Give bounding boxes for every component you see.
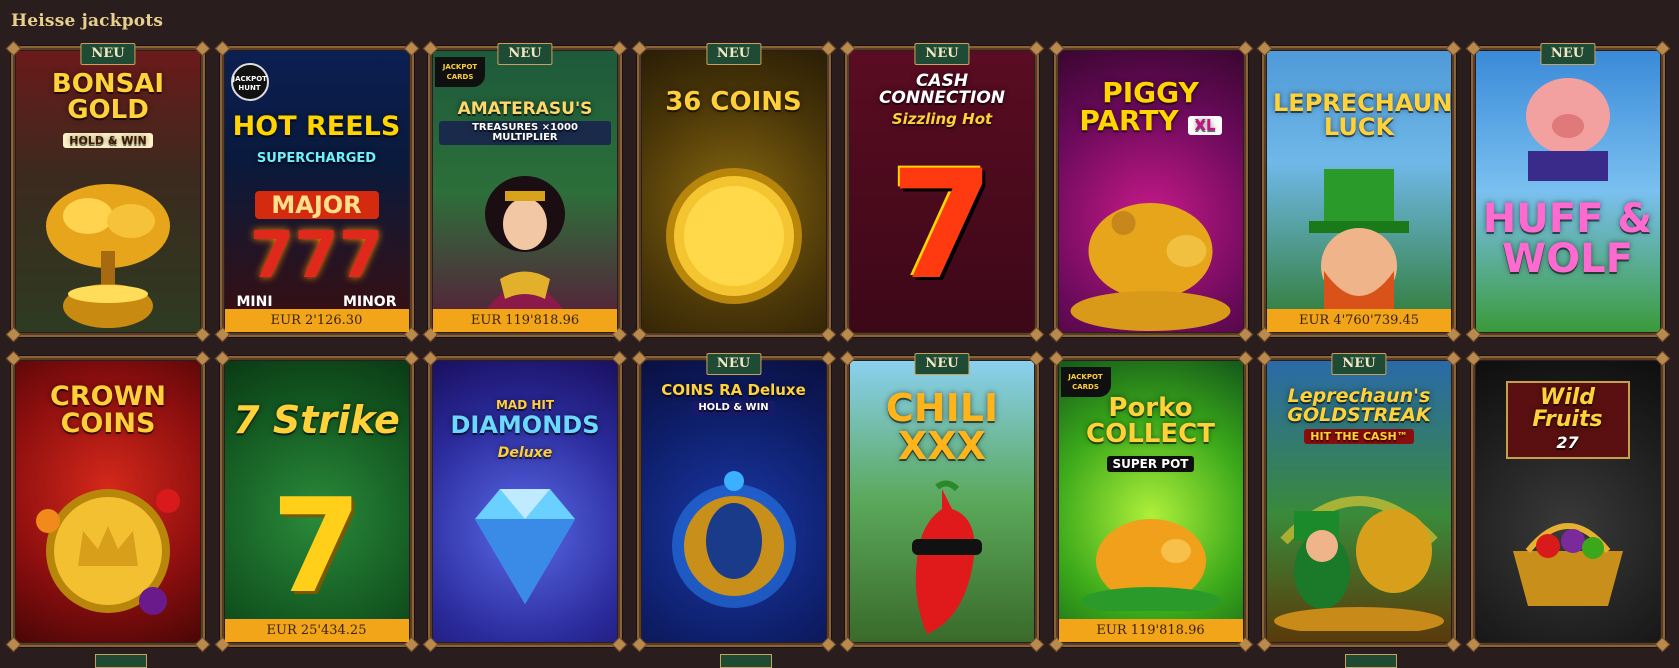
game-thumbnail: MAD HIT DIAMONDS Deluxe <box>433 361 617 642</box>
game-card-bonsai-gold[interactable]: BONSAI GOLD HOLD & WIN NEU <box>5 40 211 343</box>
leprechaun-icon <box>1309 169 1409 311</box>
jackpot-amount: EUR 119'818.96 <box>433 309 617 332</box>
gold-seven-symbol: 7 <box>271 470 362 622</box>
game-title: COINS RA Deluxe HOLD & WIN <box>661 381 806 415</box>
chili-pepper-icon <box>912 480 982 634</box>
minor-label: MINOR <box>342 294 397 310</box>
goddess-icon <box>480 176 570 319</box>
new-badge: NEU <box>80 43 136 65</box>
game-thumbnail: JACKPOT HUNT HOT REELS SUPERCHARGED MAJO… <box>224 51 409 332</box>
game-card-leprechauns-goldstreak[interactable]: Leprechaun's GOLDSTREAK HIT THE CASH™ NE… <box>1256 350 1462 653</box>
game-thumbnail: COINS RA Deluxe HOLD & WIN <box>641 361 826 642</box>
leprechaun-gold-pot-icon <box>1274 496 1444 631</box>
game-card-porko-collect[interactable]: JACKPOT CARDS Porko COLLECT SUPER POT EU… <box>1048 350 1253 653</box>
new-badge: NEU <box>705 353 762 375</box>
game-card-chili-xxx[interactable]: CHILI XXX NEU <box>839 350 1045 653</box>
game-thumbnail: PIGGY PARTY XL <box>1058 51 1243 332</box>
gold-coin-icon <box>665 168 802 304</box>
game-title: Wild Fruits 27 <box>1505 381 1630 459</box>
game-title: BONSAI GOLD HOLD & WIN <box>51 69 165 148</box>
jackpot-hunt-logo: JACKPOT HUNT <box>230 63 269 101</box>
game-thumbnail: 7 Strike 7 <box>224 361 409 642</box>
game-card-coins-ra-deluxe[interactable]: COINS RA Deluxe HOLD & WIN NEU <box>631 350 836 653</box>
game-title: 7 Strike <box>233 398 400 442</box>
jackpot-cards-logo: JACKPOT CARDS <box>1060 367 1111 397</box>
game-thumbnail: CASH CONNECTION Sizzling Hot 7 <box>850 51 1034 332</box>
section-title: Heisse jackpots <box>11 11 164 31</box>
game-thumbnail: JACKPOT CARDS Porko COLLECT SUPER POT <box>1058 361 1243 642</box>
game-thumbnail: CHILI XXX <box>850 361 1034 642</box>
game-card-cash-connection[interactable]: CASH CONNECTION Sizzling Hot 7 NEU <box>839 40 1045 343</box>
game-card-crown-coins[interactable]: CROWN COINS <box>5 350 211 653</box>
game-thumbnail: JACKPOT CARDS AMATERASU'S TREASURES ×100… <box>433 51 617 332</box>
gold-tree-icon <box>46 184 170 328</box>
crown-coin-icon <box>36 489 180 615</box>
jackpot-amount: EUR 2'126.30 <box>224 309 409 332</box>
game-title: HUFF & WOLF <box>1482 196 1653 282</box>
game-title: PIGGY PARTY XL <box>1065 79 1237 135</box>
jackpot-amount: EUR 25'434.25 <box>224 619 409 642</box>
game-title: CASH CONNECTION Sizzling Hot <box>878 71 1006 128</box>
game-title: MAD HIT DIAMONDS Deluxe <box>450 398 600 461</box>
game-thumbnail: Wild Fruits 27 <box>1475 361 1660 642</box>
diamond-icon <box>475 489 575 604</box>
game-card-huff-and-wolf[interactable]: HUFF & WOLF NEU <box>1465 40 1670 343</box>
golden-pig-icon <box>1080 519 1221 611</box>
game-card-piggy-party[interactable]: PIGGY PARTY XL <box>1048 40 1253 343</box>
game-card-36-coins[interactable]: 36 COINS NEU <box>631 40 836 343</box>
game-thumbnail: BONSAI GOLD HOLD & WIN <box>16 51 200 332</box>
game-thumbnail: Leprechaun's GOLDSTREAK HIT THE CASH™ <box>1267 361 1451 642</box>
game-title: HOT REELS SUPERCHARGED <box>232 111 401 166</box>
game-thumbnail: 36 COINS <box>641 51 826 332</box>
new-badge: NEU <box>1331 353 1387 375</box>
fruit-basket-icon <box>1512 523 1623 606</box>
game-card-7-strike[interactable]: 7 Strike 7 EUR 25'434.25 <box>214 350 419 653</box>
new-badge: NEU <box>497 43 553 65</box>
mini-label: MINI <box>236 294 273 310</box>
game-title: AMATERASU'S TREASURES ×1000 MULTIPLIER <box>439 101 611 145</box>
new-badge: NEU <box>1539 43 1596 65</box>
game-thumbnail: HUFF & WOLF <box>1475 51 1660 332</box>
game-thumbnail: CROWN COINS <box>16 361 200 642</box>
game-title: Porko COLLECT SUPER POT <box>1086 393 1215 472</box>
game-card-hot-reels[interactable]: JACKPOT HUNT HOT REELS SUPERCHARGED MAJO… <box>214 40 419 343</box>
pig-mascot-icon <box>1525 78 1610 181</box>
new-badge: NEU <box>705 43 762 65</box>
game-title: CROWN COINS <box>50 381 166 439</box>
game-title: CHILI XXX <box>885 386 999 468</box>
game-card-mad-hit-diamonds[interactable]: MAD HIT DIAMONDS Deluxe <box>422 350 628 653</box>
game-thumbnail: LEPRECHAUN'S LUCK <box>1267 51 1451 332</box>
game-card-leprechauns-luck[interactable]: LEPRECHAUN'S LUCK EUR 4'760'739.45 <box>1256 40 1462 343</box>
jackpot-amount: EUR 119'818.96 <box>1058 619 1243 642</box>
reels-sevens: 777 <box>249 219 384 293</box>
new-badge: NEU <box>914 353 970 375</box>
game-title: 36 COINS <box>665 87 802 117</box>
golden-pig-icon <box>1070 203 1230 331</box>
jackpot-cards-logo: JACKPOT CARDS <box>435 57 485 87</box>
new-badge: NEU <box>914 43 970 65</box>
game-title: LEPRECHAUN'S LUCK <box>1273 89 1451 141</box>
seven-symbol: 7 <box>889 139 995 313</box>
major-label: MAJOR <box>254 191 379 219</box>
jackpot-amount: EUR 4'760'739.45 <box>1267 309 1451 332</box>
horus-medallion-icon <box>671 471 796 608</box>
game-title: Leprechaun's GOLDSTREAK HIT THE CASH™ <box>1287 385 1431 444</box>
game-card-wild-fruits-27[interactable]: Wild Fruits 27 <box>1465 350 1670 653</box>
game-card-amaterasus-treasures[interactable]: JACKPOT CARDS AMATERASU'S TREASURES ×100… <box>422 40 628 343</box>
game-grid: BONSAI GOLD HOLD & WIN NEU JACKPOT HUNT … <box>5 40 1670 653</box>
